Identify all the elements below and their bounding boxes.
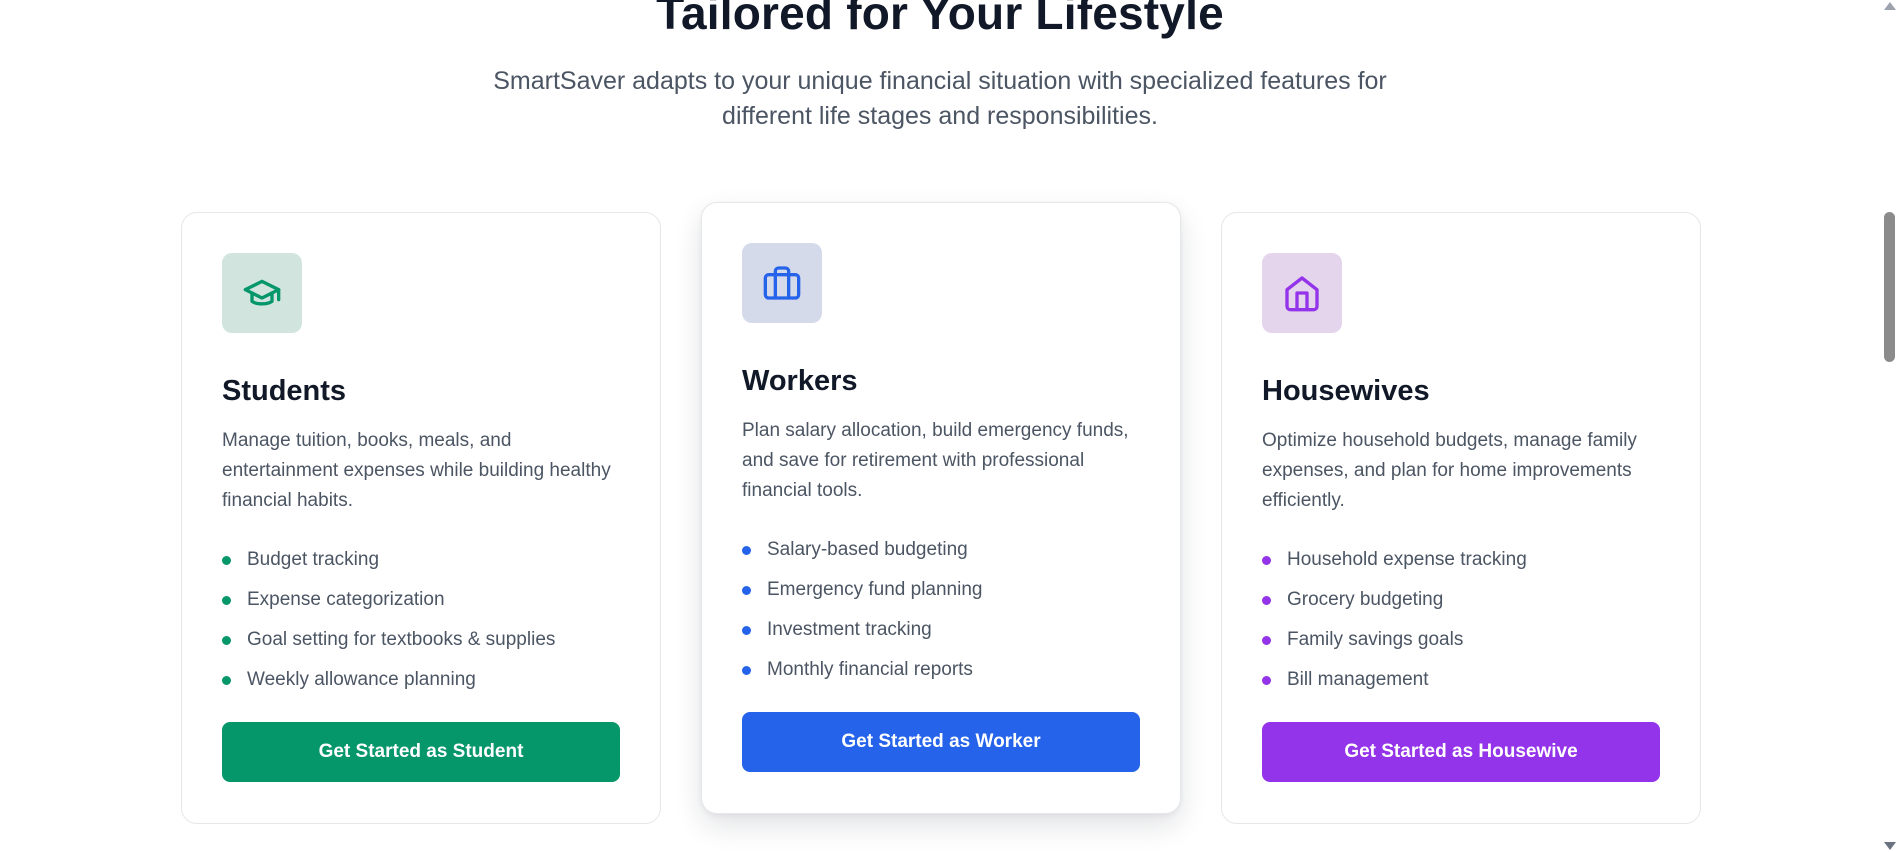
feature-label: Salary-based budgeting: [767, 539, 968, 560]
workers-title: Workers: [742, 365, 858, 397]
bullet-dot: [742, 545, 751, 555]
housewives-icon-box: [1262, 253, 1342, 333]
feature-label: Bill management: [1287, 669, 1429, 690]
feature-label: Grocery budgeting: [1287, 589, 1444, 610]
feature-label: Monthly financial reports: [767, 659, 973, 680]
housewives-feature-list: Household expense tracking Grocery budge…: [1262, 540, 1660, 700]
section-heading: Tailored for Your Lifestyle: [656, 0, 1224, 39]
bullet-dot: [222, 675, 231, 685]
list-item: Emergency fund planning: [742, 570, 1140, 610]
list-item: Household expense tracking: [1262, 540, 1660, 580]
get-started-worker-button[interactable]: Get Started as Worker: [742, 712, 1140, 772]
briefcase-icon: [763, 266, 801, 300]
graduation-cap-icon: [243, 279, 281, 306]
lifestyle-section: Tailored for Your Lifestyle SmartSaver a…: [0, 0, 1900, 852]
list-item: Weekly allowance planning: [222, 660, 620, 700]
feature-label: Expense categorization: [247, 589, 445, 610]
scroll-down-arrow-icon[interactable]: [1884, 842, 1896, 850]
housewives-description: Optimize household budgets, manage famil…: [1262, 430, 1637, 511]
workers-icon-box: [742, 243, 822, 323]
feature-label: Investment tracking: [767, 619, 932, 640]
bullet-dot: [1262, 595, 1271, 605]
bullet-dot: [742, 625, 751, 635]
bullet-dot: [222, 595, 231, 605]
workers-description: Plan salary allocation, build emergency …: [742, 420, 1129, 501]
workers-card: Workers Plan salary allocation, build em…: [701, 202, 1181, 814]
list-item: Monthly financial reports: [742, 650, 1140, 690]
workers-feature-list: Salary-based budgeting Emergency fund pl…: [742, 530, 1140, 690]
list-item: Grocery budgeting: [1262, 580, 1660, 620]
feature-label: Household expense tracking: [1287, 549, 1527, 570]
bullet-dot: [1262, 555, 1271, 565]
list-item: Budget tracking: [222, 540, 620, 580]
housewives-title: Housewives: [1262, 375, 1430, 407]
house-icon: [1285, 276, 1319, 312]
list-item: Salary-based budgeting: [742, 530, 1140, 570]
students-feature-list: Budget tracking Expense categorization G…: [222, 540, 620, 700]
bullet-dot: [742, 585, 751, 595]
list-item: Investment tracking: [742, 610, 1140, 650]
bullet-dot: [222, 555, 231, 565]
feature-label: Emergency fund planning: [767, 579, 983, 600]
scrollbar-thumb[interactable]: [1884, 212, 1895, 362]
list-item: Family savings goals: [1262, 620, 1660, 660]
housewives-card: Housewives Optimize household budgets, m…: [1221, 212, 1701, 824]
feature-label: Weekly allowance planning: [247, 669, 476, 690]
bullet-dot: [742, 665, 751, 675]
students-card: Students Manage tuition, books, meals, a…: [181, 212, 661, 824]
get-started-student-button[interactable]: Get Started as Student: [222, 722, 620, 782]
list-item: Bill management: [1262, 660, 1660, 700]
bullet-dot: [1262, 675, 1271, 685]
students-description: Manage tuition, books, meals, and entert…: [222, 430, 611, 511]
get-started-housewive-button[interactable]: Get Started as Housewive: [1262, 722, 1660, 782]
students-icon-box: [222, 253, 302, 333]
list-item: Expense categorization: [222, 580, 620, 620]
feature-label: Family savings goals: [1287, 629, 1464, 650]
scroll-up-arrow-icon[interactable]: [1884, 2, 1896, 10]
bullet-dot: [1262, 635, 1271, 645]
bullet-dot: [222, 635, 231, 645]
vertical-scrollbar[interactable]: [1880, 0, 1900, 852]
feature-label: Budget tracking: [247, 549, 380, 570]
section-subheading: SmartSaver adapts to your unique financi…: [493, 67, 1387, 130]
feature-label: Goal setting for textbooks & supplies: [247, 629, 556, 650]
students-title: Students: [222, 375, 347, 407]
list-item: Goal setting for textbooks & supplies: [222, 620, 620, 660]
